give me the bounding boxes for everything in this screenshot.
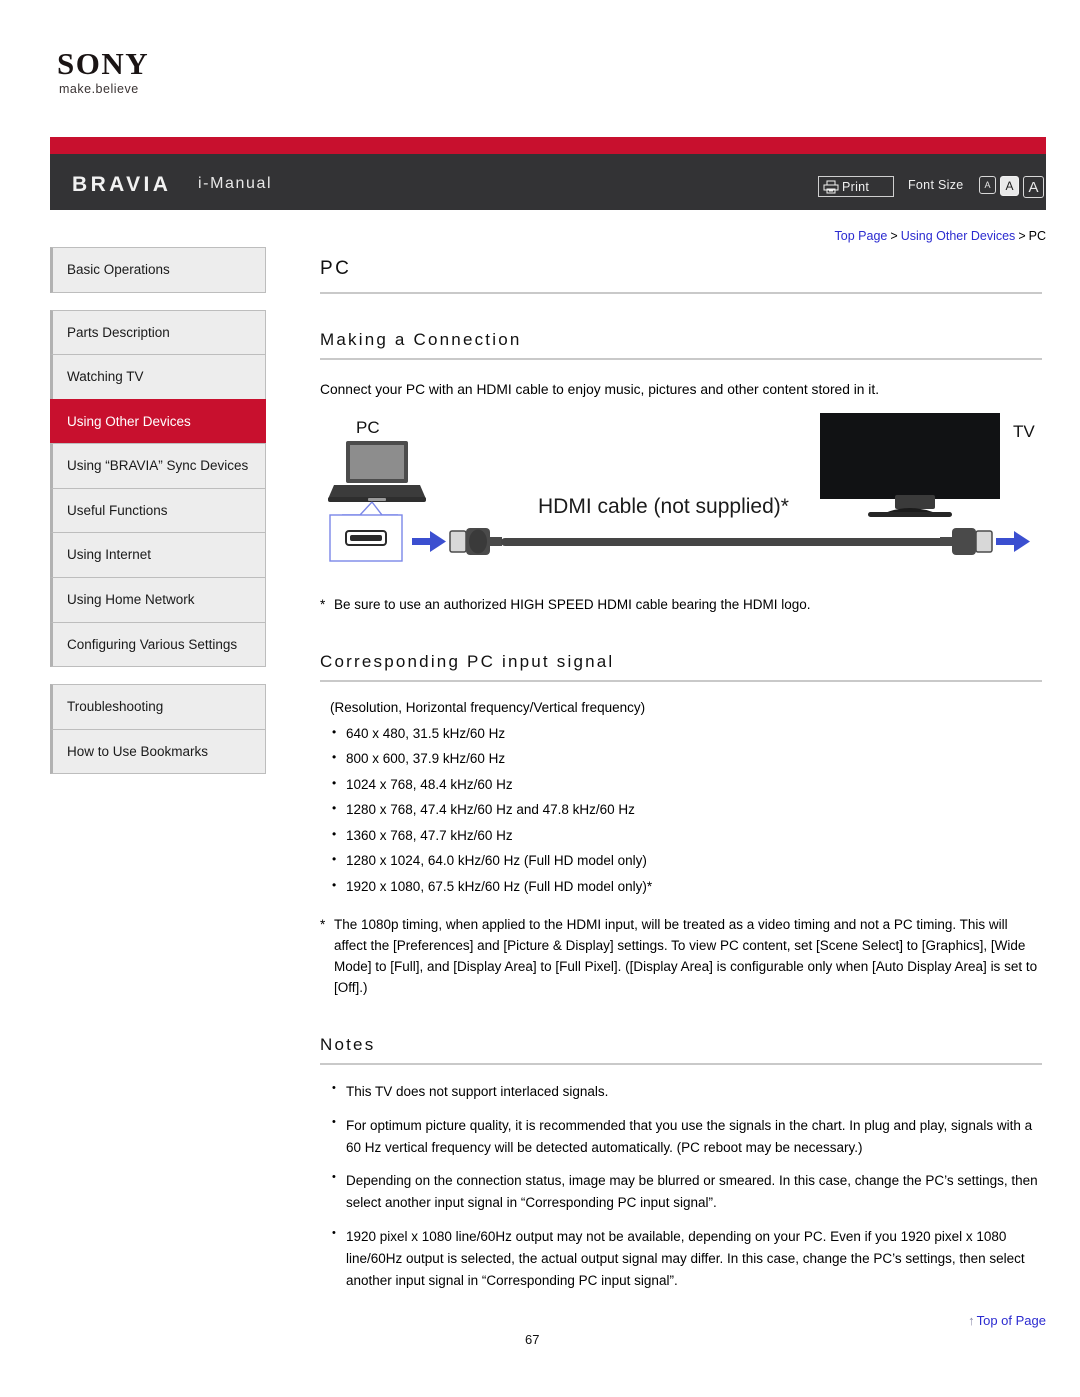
list-item: 1024 x 768, 48.4 kHz/60 Hz bbox=[320, 772, 1042, 798]
sidebar-item-troubleshooting[interactable]: Troubleshooting bbox=[50, 684, 266, 729]
diagram-pc-label: PC bbox=[356, 418, 380, 437]
footnote-marker: * bbox=[320, 596, 326, 612]
sidebar-group-support: Troubleshooting How to Use Bookmarks bbox=[50, 684, 266, 775]
print-button[interactable]: Print bbox=[818, 176, 894, 197]
signal-format-note: (Resolution, Horizontal frequency/Vertic… bbox=[330, 699, 646, 715]
breadcrumb-item-using-other-devices[interactable]: Using Other Devices bbox=[901, 229, 1016, 243]
top-of-page-label: Top of Page bbox=[976, 1313, 1046, 1328]
breadcrumb: Top Page > Using Other Devices > PC bbox=[835, 229, 1046, 243]
sidebar-item-using-internet[interactable]: Using Internet bbox=[50, 532, 266, 577]
sony-logo: SONY make.believe bbox=[57, 48, 149, 96]
section-heading-notes: Notes bbox=[320, 1035, 1042, 1065]
list-item: 1360 x 768, 47.7 kHz/60 Hz bbox=[320, 823, 1042, 849]
hdmi-cable-footnote: * Be sure to use an authorized HIGH SPEE… bbox=[320, 595, 1042, 616]
section-heading-making-a-connection: Making a Connection bbox=[320, 330, 1042, 360]
tv-illustration bbox=[820, 412, 1000, 517]
connection-diagram-svg: PC HDMI cable (not supplied)* TV bbox=[328, 412, 1035, 562]
breadcrumb-separator: > bbox=[890, 229, 898, 243]
footnote-marker: * bbox=[320, 917, 326, 933]
tv-connect-arrow-icon bbox=[996, 530, 1030, 552]
print-button-label: Print bbox=[842, 179, 870, 194]
diagram-cable-label: HDMI cable (not supplied)* bbox=[538, 495, 789, 518]
breadcrumb-item-current: PC bbox=[1028, 229, 1046, 243]
connection-intro-text: Connect your PC with an HDMI cable to en… bbox=[320, 382, 880, 397]
sidebar-group-main: Parts Description Watching TV Using Othe… bbox=[50, 309, 266, 668]
printer-icon bbox=[823, 180, 839, 193]
list-item: 1280 x 768, 47.4 kHz/60 Hz and 47.8 kHz/… bbox=[320, 797, 1042, 823]
page-title: PC bbox=[320, 258, 1042, 294]
timing-footnote: * The 1080p timing, when applied to the … bbox=[320, 915, 1042, 999]
list-item: 1920 pixel x 1080 line/60Hz output may n… bbox=[320, 1225, 1042, 1304]
hdmi-cable-line bbox=[501, 537, 945, 546]
hdmi-connector-tv-side bbox=[940, 527, 993, 555]
sidebar-navigation: Basic Operations Parts Description Watch… bbox=[50, 247, 266, 791]
list-item: 1280 x 1024, 64.0 kHz/60 Hz (Full HD mod… bbox=[320, 848, 1042, 874]
footnote-text: Be sure to use an authorized HIGH SPEED … bbox=[334, 596, 811, 612]
connection-diagram: PC HDMI cable (not supplied)* TV bbox=[320, 411, 1042, 581]
imanual-label: i-Manual bbox=[198, 175, 273, 192]
footnote-text: The 1080p timing, when applied to the HD… bbox=[334, 917, 1038, 995]
sidebar-item-basic-operations[interactable]: Basic Operations bbox=[50, 247, 266, 293]
font-size-small-button[interactable]: A bbox=[979, 176, 996, 194]
list-item: 800 x 600, 37.9 kHz/60 Hz bbox=[320, 746, 1042, 772]
sony-tagline: make.believe bbox=[59, 82, 139, 96]
notes-list: This TV does not support interlaced sign… bbox=[320, 1080, 1042, 1304]
sidebar-item-useful-functions[interactable]: Useful Functions bbox=[50, 487, 266, 533]
font-size-label: Font Size bbox=[908, 178, 964, 192]
font-size-large-button[interactable]: A bbox=[1023, 176, 1044, 198]
bravia-wordmark: BRAVIA bbox=[72, 173, 172, 196]
main-content: PC Making a Connection Connect your PC w… bbox=[320, 258, 1042, 1304]
header-accent-bar bbox=[50, 137, 1046, 154]
hdmi-connector-pc-side bbox=[449, 527, 502, 555]
diagram-tv-label: TV bbox=[1013, 422, 1035, 441]
sidebar-item-how-to-use-bookmarks[interactable]: How to Use Bookmarks bbox=[50, 728, 266, 775]
list-item: 1920 x 1080, 67.5 kHz/60 Hz (Full HD mod… bbox=[320, 874, 1042, 900]
list-item: Depending on the connection status, imag… bbox=[320, 1169, 1042, 1226]
page-number: 67 bbox=[525, 1332, 540, 1347]
font-size-medium-button[interactable]: A bbox=[1000, 176, 1019, 196]
breadcrumb-item-top-page[interactable]: Top Page bbox=[835, 229, 888, 243]
breadcrumb-separator: > bbox=[1018, 229, 1026, 243]
arrow-up-icon: ↑ bbox=[968, 1313, 975, 1328]
sidebar-item-using-other-devices[interactable]: Using Other Devices bbox=[50, 398, 266, 444]
sidebar-item-using-bravia-sync-devices[interactable]: Using “BRAVIA” Sync Devices bbox=[50, 443, 266, 488]
pc-hdmi-port-icon bbox=[345, 529, 387, 546]
top-of-page-link[interactable]: ↑ Top of Page bbox=[968, 1313, 1046, 1328]
pc-connect-arrow-icon bbox=[412, 530, 446, 552]
list-item: This TV does not support interlaced sign… bbox=[320, 1080, 1042, 1115]
pc-input-signal-list: 640 x 480, 31.5 kHz/60 Hz 800 x 600, 37.… bbox=[320, 721, 1042, 900]
sidebar-group-basic: Basic Operations bbox=[50, 247, 266, 293]
list-item: For optimum picture quality, it is recom… bbox=[320, 1114, 1042, 1171]
list-item: 640 x 480, 31.5 kHz/60 Hz bbox=[320, 721, 1042, 747]
sidebar-item-watching-tv[interactable]: Watching TV bbox=[50, 354, 266, 399]
sidebar-item-configuring-various-settings[interactable]: Configuring Various Settings bbox=[50, 621, 266, 668]
laptop-illustration bbox=[328, 440, 426, 502]
sidebar-item-using-home-network[interactable]: Using Home Network bbox=[50, 576, 266, 622]
sidebar-item-parts-description[interactable]: Parts Description bbox=[50, 309, 266, 355]
sony-wordmark: SONY bbox=[57, 46, 150, 81]
section-heading-corresponding-pc-input-signal: Corresponding PC input signal bbox=[320, 652, 1042, 682]
